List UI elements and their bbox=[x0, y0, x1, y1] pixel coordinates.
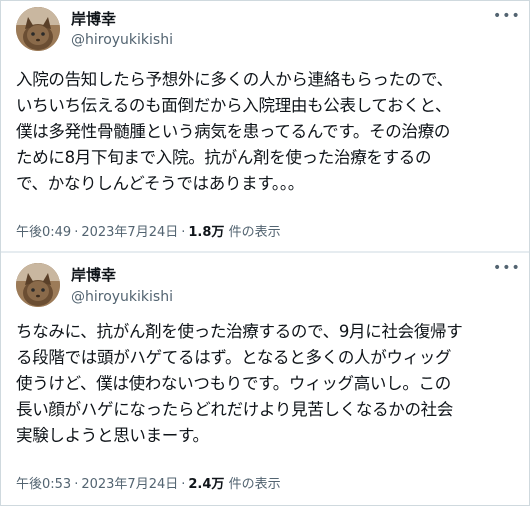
meta-separator: · bbox=[181, 477, 186, 492]
avatar[interactable] bbox=[16, 263, 60, 307]
meta-separator: · bbox=[74, 225, 79, 240]
tweet-text-line: る段階では頭がハゲてるはず。となると多くの人がウィッグ bbox=[16, 348, 452, 367]
tweet-date[interactable]: 2023年7月24日 bbox=[81, 225, 178, 240]
tweet-text-line: 入院の告知したら予想外に多くの人から連絡もらったので、 bbox=[16, 70, 453, 89]
user-handle[interactable]: @hiroyukikishi bbox=[71, 31, 173, 49]
view-count-label[interactable]: 件の表示 bbox=[229, 225, 281, 240]
tweet-2[interactable]: 岸博幸 @hiroyukikishi ••• ちなみに、抗がん剤を使った治療する… bbox=[1, 253, 529, 505]
tweet-time[interactable]: 午後0:49 bbox=[16, 225, 71, 240]
display-name[interactable]: 岸博幸 bbox=[71, 10, 116, 28]
tweet-1[interactable]: 岸博幸 @hiroyukikishi ••• 入院の告知したら予想外に多くの人か… bbox=[1, 1, 529, 251]
ellipsis-icon[interactable]: ••• bbox=[493, 261, 520, 275]
view-count[interactable]: 1.8万 bbox=[188, 225, 224, 240]
tweet-time[interactable]: 午後0:53 bbox=[16, 477, 71, 492]
tweet-text-line: ために8月下旬まで入院。抗がん剤を使った治療をするの bbox=[16, 148, 432, 167]
user-handle[interactable]: @hiroyukikishi bbox=[71, 288, 173, 306]
tweet-text: ちなみに、抗がん剤を使った治療するので、9月に社会復帰す る段階では頭がハゲてる… bbox=[16, 319, 521, 449]
avatar[interactable] bbox=[16, 7, 60, 51]
tweet-text-line: いちいち伝えるのも面倒だから入院理由も公表しておくと、 bbox=[16, 96, 452, 115]
tweet-date[interactable]: 2023年7月24日 bbox=[81, 477, 178, 492]
tweet-screenshot-frame: 岸博幸 @hiroyukikishi ••• 入院の告知したら予想外に多くの人か… bbox=[0, 0, 530, 506]
view-count-label[interactable]: 件の表示 bbox=[229, 477, 281, 492]
display-name[interactable]: 岸博幸 bbox=[71, 266, 116, 284]
meta-separator: · bbox=[74, 477, 79, 492]
meta-separator: · bbox=[181, 225, 186, 240]
tweet-text: 入院の告知したら予想外に多くの人から連絡もらったので、 いちいち伝えるのも面倒だ… bbox=[16, 67, 521, 197]
tweet-text-line: 長い顔がハゲになったらどれだけより見苦しくなるかの社会 bbox=[16, 400, 454, 419]
view-count[interactable]: 2.4万 bbox=[188, 477, 224, 492]
tweet-meta: 午後0:53 · 2023年7月24日 · 2.4万 件の表示 bbox=[16, 477, 281, 493]
tweet-text-line: 僕は多発性骨髄腫という病気を患ってるんです。その治療の bbox=[16, 122, 451, 141]
tweet-meta: 午後0:49 · 2023年7月24日 · 1.8万 件の表示 bbox=[16, 225, 281, 241]
tweet-text-line: ちなみに、抗がん剤を使った治療するので、9月に社会復帰す bbox=[16, 322, 463, 341]
tweet-text-line: で、かなりしんどそうではあります。。。 bbox=[16, 174, 305, 193]
ellipsis-icon[interactable]: ••• bbox=[493, 9, 520, 23]
tweet-text-line: 実験しようと思いまーす。 bbox=[16, 426, 209, 445]
tweet-text-line: 使うけど、僕は使わないつもりです。ウィッグ高いし。この bbox=[16, 374, 451, 393]
